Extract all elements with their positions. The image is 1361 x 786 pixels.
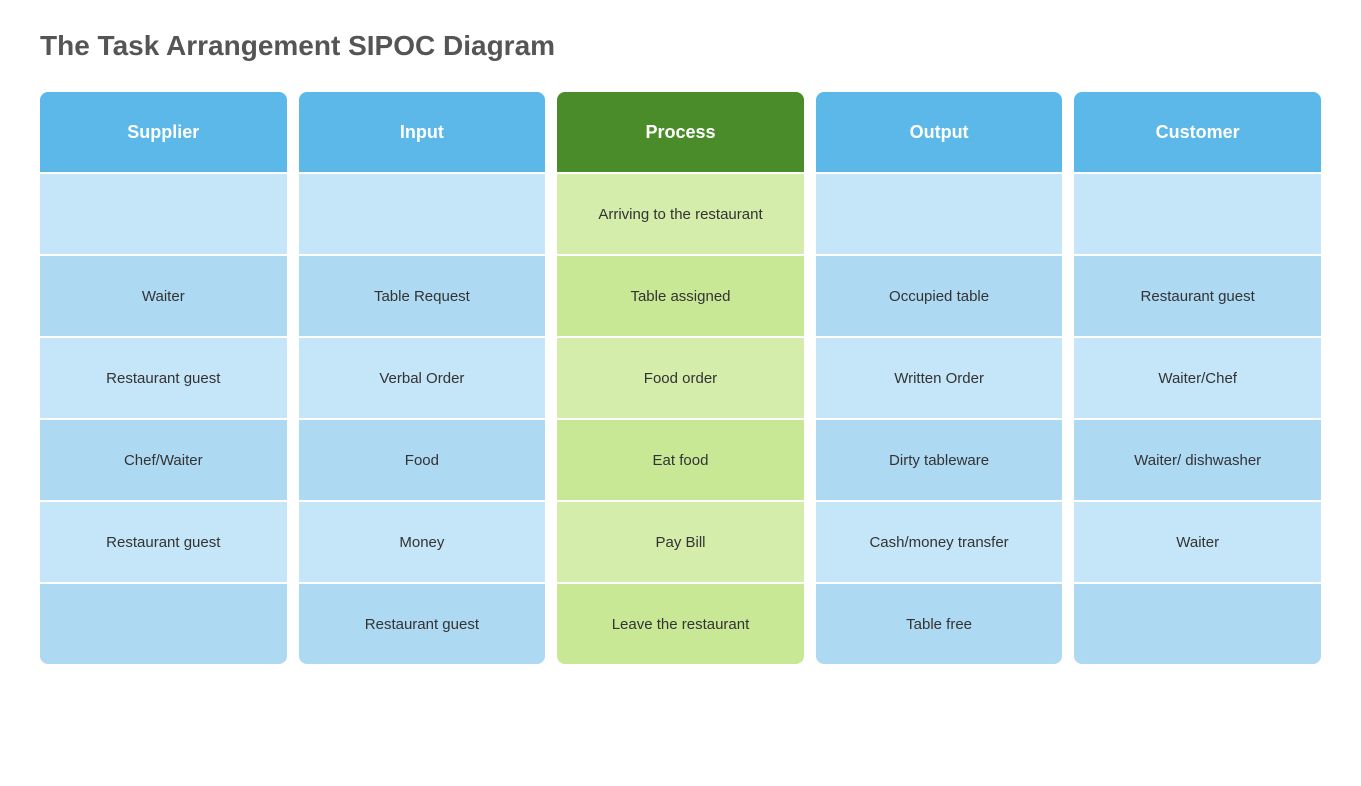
cell-output-5: Table free [816, 582, 1063, 664]
header-input: Input [299, 92, 546, 172]
cell-customer-3: Waiter/ dishwasher [1074, 418, 1321, 500]
cell-process-0: Arriving to the restaurant [557, 172, 804, 254]
cell-supplier-5 [40, 582, 287, 664]
cell-input-0 [299, 172, 546, 254]
cell-output-2: Written Order [816, 336, 1063, 418]
cell-customer-2: Waiter/Chef [1074, 336, 1321, 418]
cell-supplier-4: Restaurant guest [40, 500, 287, 582]
cell-output-0 [816, 172, 1063, 254]
cell-process-2: Food order [557, 336, 804, 418]
cell-output-1: Occupied table [816, 254, 1063, 336]
cell-input-4: Money [299, 500, 546, 582]
header-supplier: Supplier [40, 92, 287, 172]
cell-process-1: Table assigned [557, 254, 804, 336]
column-customer: CustomerRestaurant guestWaiter/ChefWaite… [1074, 92, 1321, 664]
header-process: Process [557, 92, 804, 172]
cell-supplier-0 [40, 172, 287, 254]
cell-input-3: Food [299, 418, 546, 500]
cell-customer-4: Waiter [1074, 500, 1321, 582]
cell-customer-1: Restaurant guest [1074, 254, 1321, 336]
cell-input-2: Verbal Order [299, 336, 546, 418]
cell-input-1: Table Request [299, 254, 546, 336]
cell-process-4: Pay Bill [557, 500, 804, 582]
header-customer: Customer [1074, 92, 1321, 172]
cell-process-3: Eat food [557, 418, 804, 500]
cell-customer-0 [1074, 172, 1321, 254]
cell-supplier-2: Restaurant guest [40, 336, 287, 418]
column-process: ProcessArriving to the restaurantTable a… [557, 92, 804, 664]
header-output: Output [816, 92, 1063, 172]
cell-output-4: Cash/money transfer [816, 500, 1063, 582]
page-title: The Task Arrangement SIPOC Diagram [40, 30, 1321, 62]
cell-input-5: Restaurant guest [299, 582, 546, 664]
cell-output-3: Dirty tableware [816, 418, 1063, 500]
column-supplier: SupplierWaiterRestaurant guestChef/Waite… [40, 92, 287, 664]
cell-supplier-3: Chef/Waiter [40, 418, 287, 500]
sipoc-diagram: SupplierWaiterRestaurant guestChef/Waite… [40, 92, 1321, 664]
cell-customer-5 [1074, 582, 1321, 664]
cell-supplier-1: Waiter [40, 254, 287, 336]
column-input: Input Table RequestVerbal OrderFoodMoneyR… [299, 92, 546, 664]
column-output: Output Occupied tableWritten OrderDirty t… [816, 92, 1063, 664]
cell-process-5: Leave the restaurant [557, 582, 804, 664]
